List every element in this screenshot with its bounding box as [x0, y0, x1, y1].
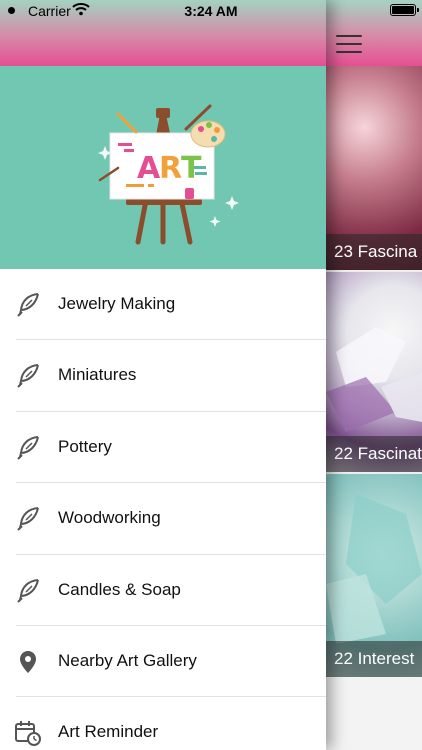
menu-item-jewelry-making[interactable]: Jewelry Making	[0, 269, 326, 341]
art-banner: A R T	[0, 66, 326, 269]
menu-item-miniatures[interactable]: Miniatures	[0, 340, 326, 412]
hamburger-menu-icon[interactable]	[336, 35, 362, 53]
menu-item-label: Art Reminder	[58, 722, 159, 742]
svg-text:A: A	[137, 151, 161, 186]
feather-icon	[17, 435, 39, 460]
menu-item-label: Jewelry Making	[58, 294, 176, 313]
menu-item-candles-soap[interactable]: Candles & Soap	[0, 555, 326, 626]
menu-item-woodworking[interactable]: Woodworking	[0, 483, 326, 555]
menu-item-label: Miniatures	[58, 365, 137, 385]
side-drawer: A R T Jewelry Making Miniatures Pottery …	[0, 0, 326, 750]
menu-item-label: Pottery	[58, 436, 112, 456]
art-easel-illustration: A R T	[98, 104, 239, 245]
menu-item-pottery[interactable]: Pottery	[0, 412, 326, 484]
svg-text:R: R	[159, 151, 182, 186]
article-card[interactable]: 23 Fascina	[326, 66, 422, 270]
menu-item-label: Nearby Art Gallery	[58, 650, 197, 670]
article-card[interactable]: 22 Interest	[326, 474, 422, 677]
article-card-caption: 22 Fascinat	[326, 436, 422, 472]
feather-icon	[17, 293, 39, 317]
card-list-bottom	[326, 677, 422, 750]
article-card-caption: 23 Fascina	[326, 234, 422, 270]
feather-icon	[17, 578, 39, 603]
calendar-clock-icon	[15, 721, 41, 747]
menu-item-label: Woodworking	[58, 508, 161, 528]
battery-icon	[390, 4, 419, 16]
article-card-caption: 22 Interest	[326, 641, 422, 677]
feather-icon	[17, 507, 39, 531]
feather-icon	[17, 364, 39, 389]
menu-item-nearby-art-gallery[interactable]: Nearby Art Gallery	[0, 626, 326, 698]
svg-text:T: T	[181, 151, 202, 186]
status-time: 3:24 AM	[184, 3, 238, 19]
menu-item-art-reminder[interactable]: Art Reminder	[0, 697, 326, 750]
status-bar: Carrier 3:24 AM	[0, 0, 422, 22]
drawer-menu: Jewelry Making Miniatures Pottery Woodwo…	[0, 269, 326, 750]
article-card[interactable]: 22 Fascinat	[326, 272, 422, 472]
menu-item-label: Candles & Soap	[58, 579, 181, 599]
location-pin-icon	[20, 650, 36, 673]
main-content: 23 Fascina 22 Fascinat 22 Interest	[326, 0, 422, 750]
